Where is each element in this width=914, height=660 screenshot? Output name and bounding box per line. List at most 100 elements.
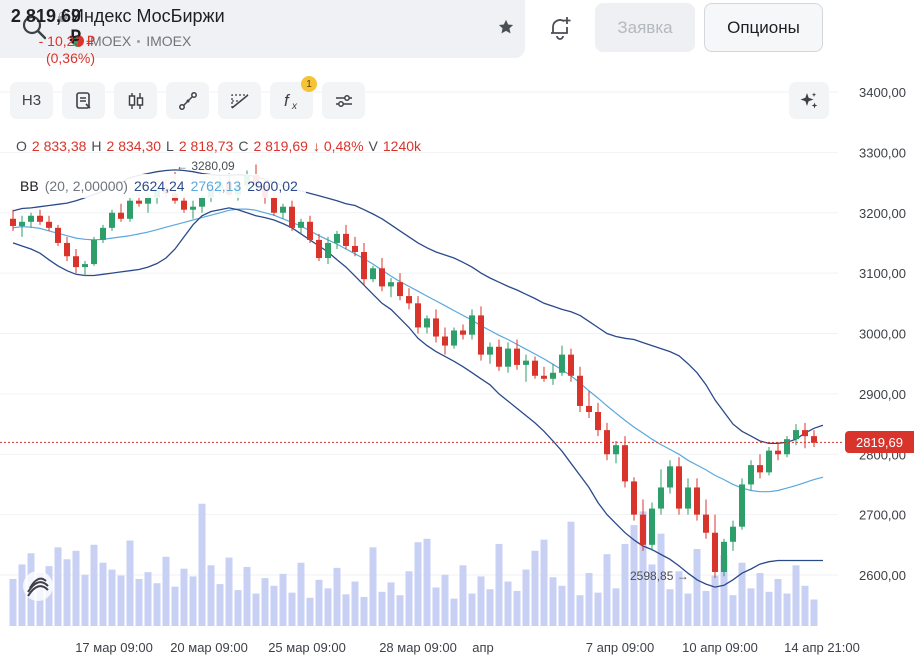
volume-bar [297,562,305,626]
bb-name: BB [20,178,39,194]
ai-assistant-button[interactable] [789,82,829,119]
volume-bar [765,591,773,626]
candle-down [55,224,61,246]
line-tool-button[interactable] [166,82,209,119]
sparkle-icon [800,92,818,108]
ticker-symbol: IMOEX [146,33,192,49]
volume-bar [261,578,269,626]
bell-plus-icon[interactable] [546,14,574,42]
price-change: - 10,23 ₽ (0,36%) [38,33,95,66]
volume-bar [702,590,710,626]
volume-bar [585,572,593,626]
volume-bar [396,595,404,626]
volume-bar [270,585,278,626]
volume-bar [153,583,161,626]
instrument-title: Индекс МосБиржи [71,6,225,26]
volume-bar [63,559,71,626]
volume-bar [540,539,548,626]
volume-bar [315,579,323,626]
notes-button[interactable] [62,82,105,119]
indicator-count-badge: 1 [301,76,317,92]
volume-bar [522,569,530,626]
chart-toolbar: Н3 fx 1 [10,76,365,119]
x-tick-label: 25 мар 09:00 [268,640,346,655]
y-tick-label: 2600,00 [859,568,906,583]
volume-bar [792,565,800,626]
volume-bar [549,577,557,626]
title-row: Индекс МосБиржи [58,6,225,27]
low-label: L [166,138,174,154]
settings-sliders-icon [335,94,352,107]
volume-bar [459,565,467,626]
volume-bar [405,571,413,626]
timeframe-button[interactable]: Н3 [10,82,53,119]
star-icon[interactable] [497,18,515,36]
bollinger-legend[interactable]: BB (20, 2,00000) 2624,24 2762,13 2900,02 [12,174,306,198]
instrument-card[interactable]: Индекс МосБиржи MOEX IMOEX 2 819,69 ₽ - … [0,0,525,66]
separator-dot [137,39,141,43]
volume-bar [486,589,494,626]
current-price-tag: 2819,69 [845,431,914,454]
volume-bar [504,581,512,626]
exchange-name: MOEX [90,33,132,49]
volume-bar [324,588,332,626]
options-button[interactable]: Опционы [704,3,823,52]
volume-bar [567,521,575,626]
volume-bar [162,556,170,626]
volume-bar [279,573,287,626]
indicators-button[interactable]: fx 1 [270,76,317,119]
y-tick-label: 2900,00 [859,387,906,402]
y-tick-label: 3100,00 [859,266,906,281]
volume-bar [180,568,188,626]
candle-up [739,478,745,530]
close-value: 2 819,69 [253,138,308,154]
volume-bar [198,503,206,626]
timeframe-label: Н3 [21,92,42,109]
chart-settings-button[interactable] [322,82,365,119]
volume-bar [729,595,737,626]
volume-bar [495,543,503,626]
chart-type-button[interactable] [114,82,157,119]
y-tick-label: 2700,00 [859,508,906,523]
volume-bar [801,585,809,626]
candle-down [631,477,637,521]
volume-bar [189,576,197,626]
volume-bar [351,581,359,626]
volume-bar [369,547,377,626]
x-tick-label: 7 апр 09:00 [586,640,655,655]
volume-bar [414,542,422,626]
volume-bar [378,591,386,626]
x-tick-label: 20 мар 09:00 [170,640,248,655]
open-label: O [16,138,27,154]
candle-up [109,209,115,231]
volume-bar [288,592,296,626]
volume-label: V [368,138,378,154]
volume-bar [126,540,134,626]
volume-bar [477,576,485,626]
volume-value: 1240k [382,138,422,154]
volume-bar [243,567,251,626]
tradingview-logo-icon [23,571,53,601]
max-price-annotation: ← 3280,09 [176,159,235,173]
x-tick-label: 14 апр 21:00 [784,640,860,655]
volume-bar [117,575,125,626]
fibonacci-button[interactable] [218,82,261,119]
notes-icon [75,91,91,109]
volume-bar [450,598,458,626]
y-tick-label: 3400,00 [859,85,906,100]
volume-bar [342,594,350,626]
candles-icon [128,92,143,109]
volume-bar [513,590,521,626]
price-chart[interactable]: 3400,00 3300,00 3200,00 3100,00 3000,00 2900,… [0,72,914,660]
volume-bar [9,578,17,626]
volume-bar [387,582,395,626]
svg-text:f: f [284,91,291,110]
svg-text:x: x [291,101,298,112]
candle-up [127,197,133,222]
volume-bar [108,569,116,626]
candle-up [784,436,790,458]
volume-bar [747,588,755,626]
bb-lower-value: 2624,24 [133,178,185,194]
order-button[interactable]: Заявка [595,3,695,52]
low-value: 2 818,73 [178,138,234,154]
